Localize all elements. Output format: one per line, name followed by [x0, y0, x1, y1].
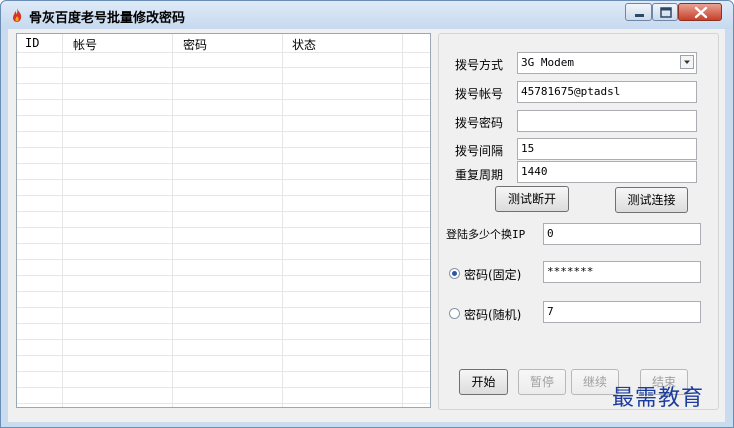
table-row: [17, 68, 430, 84]
window-title: 骨灰百度老号批量修改密码: [29, 11, 186, 26]
table-row: [17, 52, 430, 68]
table-row: [17, 228, 430, 244]
test-disconnect-button[interactable]: 测试断开: [495, 186, 569, 212]
column-divider: [402, 34, 403, 407]
table-row: [17, 84, 430, 100]
ip-switch-label: 登陆多少个换IP: [446, 228, 526, 241]
watermark: 最需教育: [612, 386, 705, 411]
table-row: [17, 100, 430, 116]
close-icon: [694, 6, 708, 19]
close-button[interactable]: [678, 3, 722, 21]
table-row: [17, 308, 430, 324]
column-status[interactable]: 状态: [292, 36, 316, 53]
list-header: ID 帐号 密码 状态: [17, 34, 430, 53]
dial-interval-input[interactable]: 15: [517, 138, 697, 160]
dial-interval-label: 拨号间隔: [455, 144, 504, 158]
table-row: [17, 372, 430, 388]
table-row: [17, 212, 430, 228]
minimize-button[interactable]: [625, 3, 652, 21]
client-area: ID 帐号 密码 状态 拨号方式 3G Modem 拨号帐号 45781675@…: [8, 29, 725, 422]
maximize-button[interactable]: [652, 3, 678, 21]
maximize-icon: [660, 7, 672, 18]
fixed-password-input[interactable]: *******: [543, 261, 701, 283]
column-divider: [282, 34, 283, 407]
column-divider: [172, 34, 173, 407]
table-row: [17, 340, 430, 356]
fixed-password-radio[interactable]: [449, 268, 460, 279]
table-row: [17, 356, 430, 372]
test-connect-button[interactable]: 测试连接: [615, 187, 688, 213]
table-row: [17, 132, 430, 148]
table-row: [17, 292, 430, 308]
start-button[interactable]: 开始: [459, 369, 508, 395]
column-account[interactable]: 帐号: [73, 36, 97, 53]
table-row: [17, 276, 430, 292]
repeat-period-label: 重复周期: [455, 168, 504, 182]
dial-method-label: 拨号方式: [455, 58, 504, 72]
dial-account-label: 拨号帐号: [455, 87, 504, 101]
table-row: [17, 244, 430, 260]
dial-password-input[interactable]: [517, 110, 697, 132]
dial-method-value: 3G Modem: [521, 56, 574, 69]
column-id[interactable]: ID: [25, 36, 39, 50]
account-list[interactable]: ID 帐号 密码 状态: [16, 33, 431, 408]
title-bar[interactable]: 骨灰百度老号批量修改密码: [1, 1, 733, 29]
minimize-icon: [635, 14, 644, 17]
settings-panel: 拨号方式 3G Modem 拨号帐号 45781675@ptadsl 拨号密码 …: [438, 33, 719, 410]
ip-switch-input[interactable]: 0: [543, 223, 701, 245]
flame-icon: [9, 7, 25, 23]
table-row: [17, 388, 430, 404]
dial-method-select[interactable]: 3G Modem: [517, 52, 697, 74]
table-row: [17, 180, 430, 196]
random-password-radio[interactable]: [449, 308, 460, 319]
table-row: [17, 196, 430, 212]
table-row: [17, 116, 430, 132]
dial-account-input[interactable]: 45781675@ptadsl: [517, 81, 697, 103]
dial-password-label: 拨号密码: [455, 116, 504, 130]
column-divider: [62, 34, 63, 407]
column-password[interactable]: 密码: [183, 36, 207, 53]
table-row: [17, 148, 430, 164]
app-window: 骨灰百度老号批量修改密码 ID 帐号 密码 状态 拨号方式 3G Modem 拨…: [0, 0, 734, 428]
table-row: [17, 324, 430, 340]
pause-button[interactable]: 暂停: [518, 369, 566, 395]
table-row: [17, 164, 430, 180]
table-row: [17, 260, 430, 276]
repeat-period-input[interactable]: 1440: [517, 161, 697, 183]
chevron-down-icon[interactable]: [680, 55, 694, 69]
fixed-password-label[interactable]: 密码(固定): [464, 266, 521, 283]
random-password-label[interactable]: 密码(随机): [464, 306, 521, 323]
random-password-input[interactable]: 7: [543, 301, 701, 323]
